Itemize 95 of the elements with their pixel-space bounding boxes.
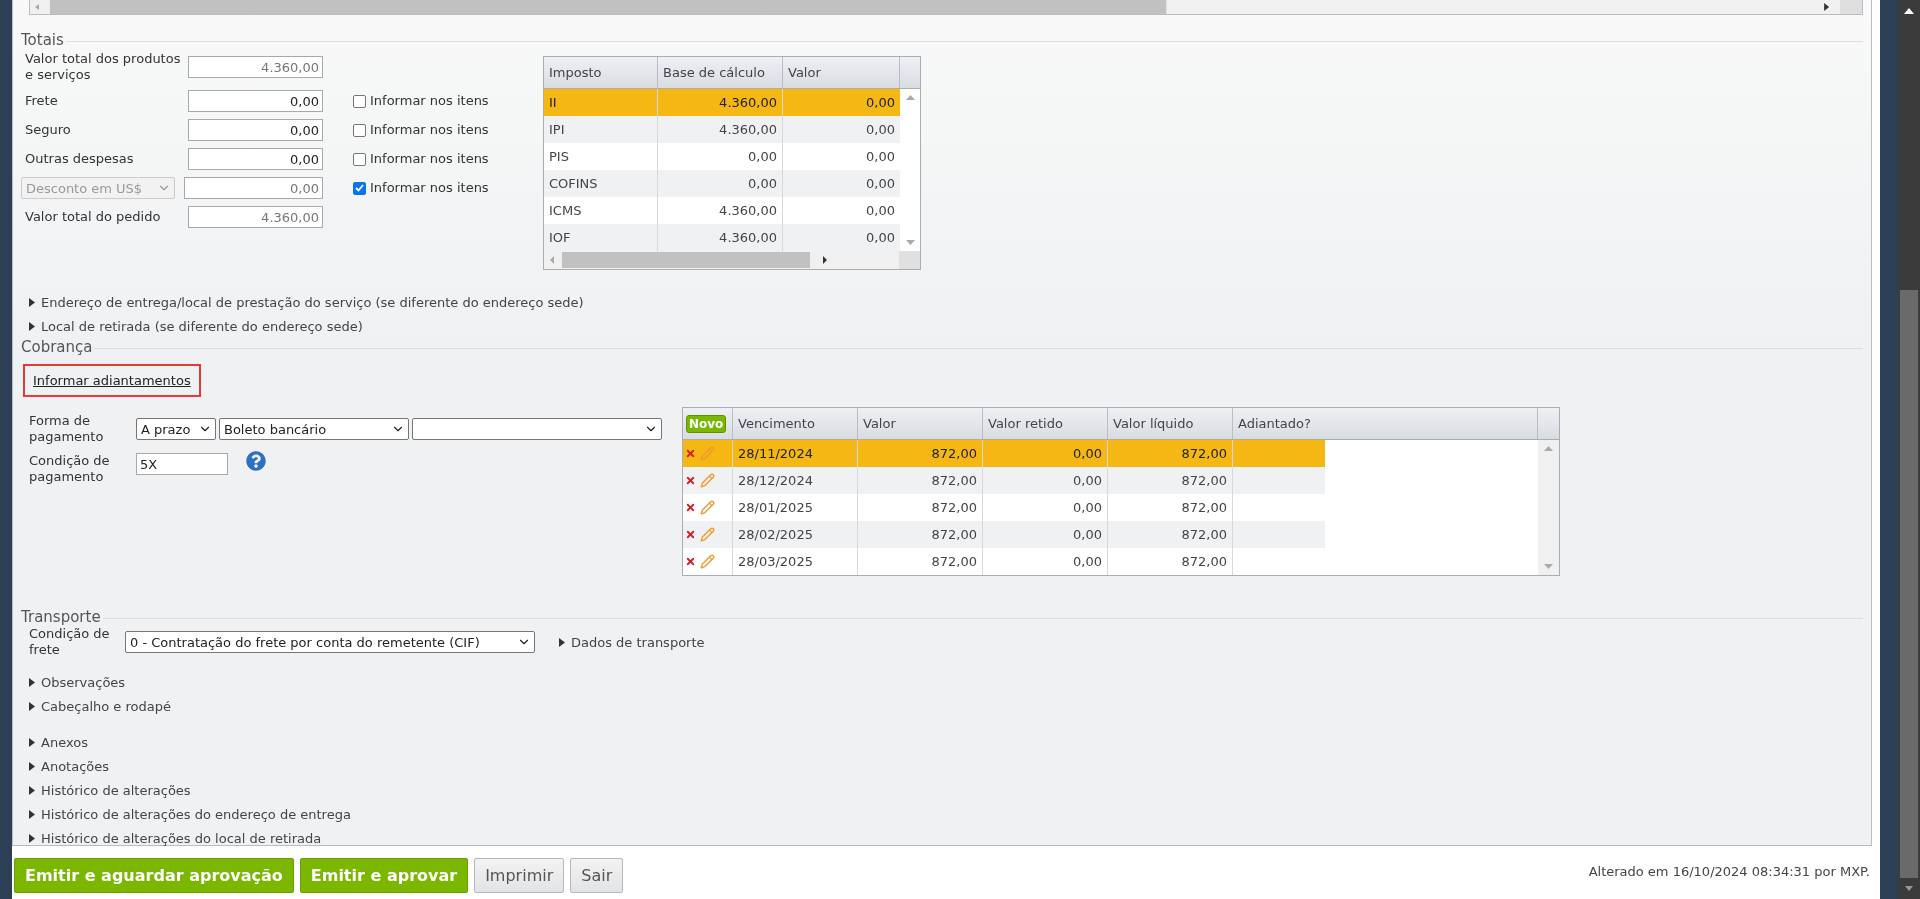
amount-field[interactable]: 0,00 xyxy=(188,148,323,170)
action-button[interactable]: Imprimir xyxy=(474,858,565,893)
field-label: Condição de frete xyxy=(29,626,111,658)
caret-right-icon xyxy=(29,833,35,843)
section-toggle[interactable]: Observações xyxy=(21,670,1863,694)
caret-right-icon xyxy=(29,785,35,795)
amount-field[interactable]: 4.360,00 xyxy=(188,206,323,228)
section-title: Transporte xyxy=(21,608,101,626)
pencil-icon[interactable] xyxy=(700,500,715,515)
table-cell: 0,00 xyxy=(983,548,1108,575)
field-label: Seguro xyxy=(25,122,72,138)
field-label: Valor total dos produtos e serviços xyxy=(25,51,182,83)
amount-field[interactable]: 0,00 xyxy=(188,90,323,112)
section-toggle[interactable]: Endereço de entrega/local de prestação do serviço (se diferente do endereço sede) xyxy=(21,290,1863,314)
table-row[interactable]: 28/11/2024 872,00 0,00 872,00 xyxy=(683,440,1325,467)
section-toggle[interactable]: Local de retirada (se diferente do endereço sede) xyxy=(21,314,1863,338)
section-toggle[interactable]: Histórico de alterações do local de retirada xyxy=(21,826,1863,850)
section-toggle[interactable]: Histórico de alterações xyxy=(21,778,1863,802)
caret-right-icon xyxy=(29,297,35,307)
amount-field[interactable]: 0,00 xyxy=(184,177,323,199)
table-cell-text: 0,00 xyxy=(865,94,896,112)
field-label: Valor total do pedido xyxy=(25,209,162,225)
section-toggle[interactable]: Anexos xyxy=(21,730,1863,754)
checkbox[interactable] xyxy=(353,94,366,108)
table-cell: 872,00 xyxy=(1108,548,1233,575)
table-cell-text: 0,00 xyxy=(865,175,896,193)
table-row[interactable]: COFINS 0,00 0,00 xyxy=(544,170,900,197)
checkbox[interactable] xyxy=(353,181,366,195)
delete-icon[interactable] xyxy=(685,556,696,567)
table-row[interactable]: IOF 4.360,00 0,00 xyxy=(544,224,900,251)
scroll-up-icon[interactable] xyxy=(1544,446,1553,451)
caret-right-icon xyxy=(29,761,35,771)
delete-icon[interactable] xyxy=(685,448,696,459)
condition-field[interactable]: 5X xyxy=(136,453,228,475)
payment-select[interactable]: A prazo xyxy=(136,418,216,440)
pencil-icon[interactable] xyxy=(700,473,715,488)
pencil-icon[interactable] xyxy=(700,446,715,461)
caret-right-icon xyxy=(559,637,565,647)
checkbox-label: Informar nos itens xyxy=(370,122,489,138)
amount-field[interactable]: 0,00 xyxy=(188,119,323,141)
column-header[interactable]: Adiantado? xyxy=(1233,408,1538,439)
checkbox-label: Informar nos itens xyxy=(370,151,489,167)
table-cell: 872,00 xyxy=(858,548,983,575)
caret-right-icon xyxy=(29,737,35,747)
last-modified-text: Alterado em 16/10/2024 08:34:31 por MXP. xyxy=(1588,864,1870,879)
advances-link[interactable]: Informar adiantamentos xyxy=(23,364,201,397)
column-header[interactable]: Imposto xyxy=(544,57,658,88)
field-label: Outras despesas xyxy=(25,151,135,167)
section-title: Cobrança xyxy=(21,338,93,356)
amount-field[interactable]: 4.360,00 xyxy=(188,56,323,78)
delete-icon[interactable] xyxy=(685,475,696,486)
action-button[interactable]: Sair xyxy=(570,858,624,893)
table-cell: 28/03/2025 xyxy=(733,548,858,575)
column-header[interactable]: Valor xyxy=(858,408,983,439)
delete-icon[interactable] xyxy=(685,502,696,513)
section-title: Totais xyxy=(21,31,64,49)
freight-select[interactable]: 0 - Contratação do frete por conta do remetente (CIF) xyxy=(125,631,535,653)
field-label: Forma de pagamento xyxy=(29,413,105,445)
section-toggle[interactable]: Histórico de alterações do endereço de entrega xyxy=(21,802,1863,826)
checkbox-label: Informar nos itens xyxy=(370,93,489,109)
caret-right-icon xyxy=(29,321,35,331)
checkbox-label: Informar nos itens xyxy=(370,180,489,196)
delete-icon[interactable] xyxy=(685,529,696,540)
column-header[interactable]: Vencimento xyxy=(733,408,858,439)
payment-select[interactable] xyxy=(412,418,662,440)
table-cell-text: 0,00 xyxy=(865,148,896,166)
column-header[interactable]: Base de cálculo xyxy=(658,57,783,88)
help-icon[interactable] xyxy=(246,451,266,471)
table-row[interactable]: II 4.360,00 0,00 xyxy=(544,89,900,116)
table-cell-text: 0,00 xyxy=(865,202,896,220)
column-header[interactable]: Valor retido xyxy=(983,408,1108,439)
field-label: Condição de pagamento xyxy=(29,453,111,485)
scroll-down-icon[interactable] xyxy=(905,240,915,245)
table-cell-text: 0,00 xyxy=(865,229,896,247)
table-row[interactable]: 28/02/2025 872,00 0,00 872,00 xyxy=(683,521,1325,548)
pencil-icon[interactable] xyxy=(700,554,715,569)
caret-right-icon xyxy=(29,809,35,819)
checkbox[interactable] xyxy=(353,123,366,137)
column-header[interactable]: Valor líquido xyxy=(1108,408,1233,439)
section-toggle[interactable]: Cabeçalho e rodapé xyxy=(21,694,1863,718)
section-toggle[interactable]: Dados de transporte xyxy=(551,630,705,654)
scroll-down-icon[interactable] xyxy=(1544,564,1553,569)
table-row[interactable]: 28/12/2024 872,00 0,00 872,00 xyxy=(683,467,1325,494)
scroll-up-icon[interactable] xyxy=(905,95,915,100)
horizontal-scrollbar-drawing[interactable] xyxy=(544,251,920,269)
payment-select[interactable]: Boleto bancário xyxy=(219,418,409,440)
column-header[interactable]: Valor xyxy=(783,57,900,88)
checkbox[interactable] xyxy=(353,152,366,166)
field-label: Frete xyxy=(25,93,59,109)
caret-right-icon xyxy=(29,677,35,687)
table-cell-text: 0,00 xyxy=(865,121,896,139)
section-toggle[interactable]: Anotações xyxy=(21,754,1863,778)
pencil-icon[interactable] xyxy=(700,527,715,542)
table-row[interactable]: IPI 4.360,00 0,00 xyxy=(544,116,900,143)
caret-right-icon xyxy=(29,701,35,711)
